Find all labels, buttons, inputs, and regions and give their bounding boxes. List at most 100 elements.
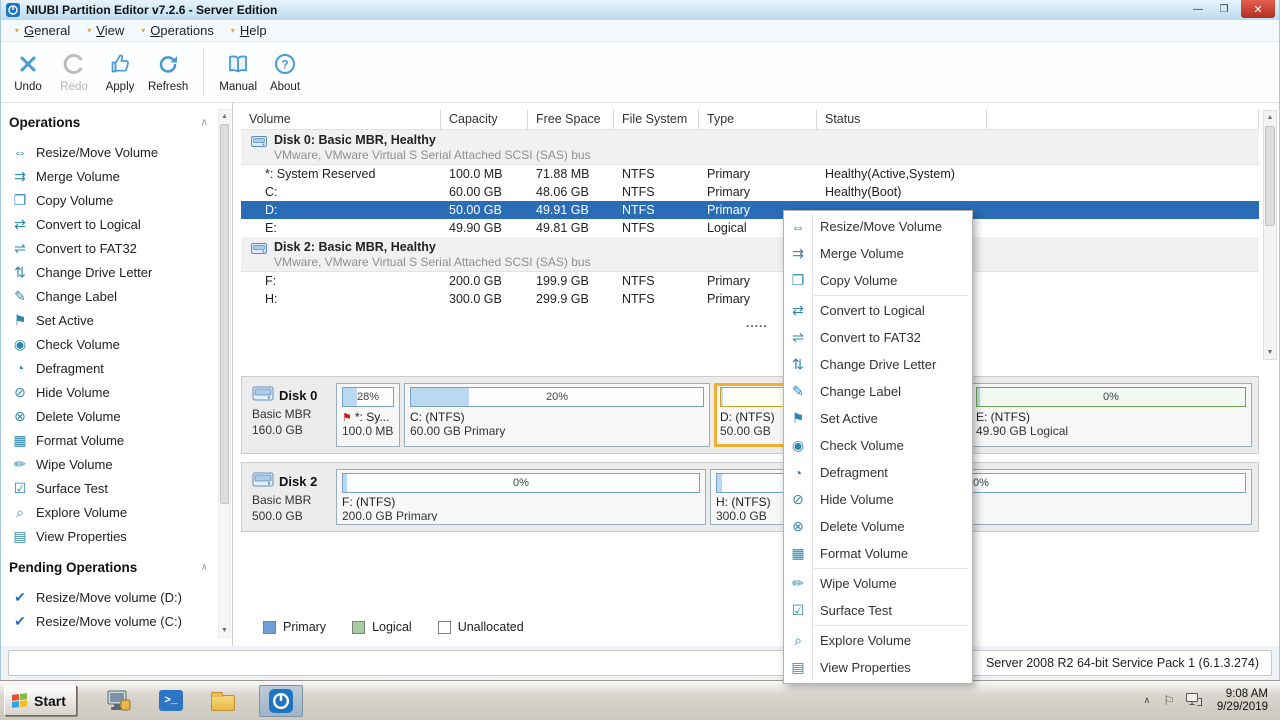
context-item-resize-move-volume[interactable]: ⇔Resize/Move Volume	[784, 213, 972, 240]
sidebar-item-view-properties[interactable]: ▤View Properties	[7, 524, 212, 548]
column-header-status[interactable]: Status	[817, 109, 987, 130]
context-item-delete-volume[interactable]: ⊗Delete Volume	[784, 513, 972, 540]
action-center-flag-icon[interactable]: ⚐	[1163, 693, 1175, 709]
sidebar-item-convert-to-logical[interactable]: ⇄Convert to Logical	[7, 212, 212, 236]
table-row-system-reserved[interactable]: *: System Reserved 100.0 MB 71.88 MB NTF…	[241, 165, 1259, 183]
context-item-change-drive-letter[interactable]: ⇅Change Drive Letter	[784, 351, 972, 378]
taskbar-item-server-manager[interactable]	[103, 685, 135, 717]
sidebar-item-format-volume[interactable]: ▦Format Volume	[7, 428, 212, 452]
scroll-up-icon[interactable]: ▲	[219, 110, 230, 123]
sidebar-item-delete-volume[interactable]: ⊗Delete Volume	[7, 404, 212, 428]
refresh-button[interactable]: Refresh	[143, 45, 193, 99]
pending-operation-item[interactable]: ✔Resize/Move volume (C:)	[7, 609, 212, 633]
about-button[interactable]: ? About	[262, 45, 308, 99]
sidebar-scrollbar[interactable]: ▲ ▼	[218, 109, 231, 638]
context-item-merge-volume[interactable]: ⇉Merge Volume	[784, 240, 972, 267]
taskbar-item-explorer[interactable]	[207, 685, 239, 717]
powershell-icon	[159, 690, 183, 711]
scroll-down-icon[interactable]: ▼	[1264, 346, 1276, 359]
tray-expand-icon[interactable]: ∧	[1142, 691, 1153, 710]
menu-general[interactable]: ▾General	[9, 21, 81, 40]
undo-button[interactable]: Undo	[5, 45, 51, 99]
context-item-explore-volume[interactable]: ⌕Explore Volume	[784, 627, 972, 654]
pending-operations-header[interactable]: Pending Operations ∧	[7, 548, 212, 585]
collapse-chevron-icon[interactable]: ∧	[201, 562, 208, 573]
context-item-wipe-volume[interactable]: ✏Wipe Volume	[784, 570, 972, 597]
sidebar-item-change-drive-letter[interactable]: ⇅Change Drive Letter	[7, 260, 212, 284]
sidebar-item-explore-volume[interactable]: ⌕Explore Volume	[7, 500, 212, 524]
operations-header[interactable]: Operations ∧	[7, 109, 212, 140]
context-item-set-active[interactable]: ⚑Set Active	[784, 405, 972, 432]
pending-check-icon: ✔	[11, 589, 29, 606]
partition-block-f[interactable]: 0% F: (NTFS) 200.0 GB Primary	[336, 469, 706, 525]
column-header-free-space[interactable]: Free Space	[528, 109, 614, 130]
sidebar-item-copy-volume[interactable]: ❐Copy Volume	[7, 188, 212, 212]
table-row-h[interactable]: H: 300.0 GB 299.9 GB NTFS Primary	[241, 290, 1259, 308]
usage-percent: 0%	[343, 474, 699, 492]
table-scrollbar[interactable]: ▲ ▼	[1263, 110, 1277, 360]
start-button[interactable]: Start	[4, 685, 77, 716]
table-row-f[interactable]: F: 200.0 GB 199.9 GB NTFS Primary	[241, 272, 1259, 290]
minimize-button[interactable]: —	[1185, 0, 1211, 18]
sidebar-item-merge-volume[interactable]: ⇉Merge Volume	[7, 164, 212, 188]
taskbar: Start ∧ ⚐ 9:08 AM 9/29/2019	[0, 680, 1280, 720]
context-item-check-volume[interactable]: ◉Check Volume	[784, 432, 972, 459]
sidebar-item-surface-test[interactable]: ☑Surface Test	[7, 476, 212, 500]
context-item-surface-test[interactable]: ☑Surface Test	[784, 597, 972, 624]
partition-block-system-reserved[interactable]: 28% ⚑*: Sy... 100.0 MB	[336, 383, 400, 447]
scroll-up-icon[interactable]: ▲	[1264, 111, 1276, 124]
taskbar-item-powershell[interactable]	[155, 685, 187, 717]
menu-operations[interactable]: ▾Operations	[135, 21, 225, 40]
context-item-hide-volume[interactable]: ⊘Hide Volume	[784, 486, 972, 513]
undo-label: Undo	[14, 81, 42, 93]
column-header-type[interactable]: Type	[699, 109, 817, 130]
sidebar-item-defragment[interactable]: ◔Defragment	[7, 356, 212, 380]
partition-block-c[interactable]: 20% C: (NTFS) 60.00 GB Primary	[404, 383, 710, 447]
table-row-d-selected[interactable]: D: 50.00 GB 49.91 GB NTFS Primary	[241, 201, 1259, 219]
disk0-map-info[interactable]: Disk 0 Basic MBR 160.0 GB	[248, 383, 332, 447]
sidebar-item-wipe-volume[interactable]: ✏Wipe Volume	[7, 452, 212, 476]
sidebar-item-convert-to-fat32[interactable]: ⇌Convert to FAT32	[7, 236, 212, 260]
taskbar-clock[interactable]: 9:08 AM 9/29/2019	[1213, 688, 1268, 714]
taskbar-item-niubi[interactable]	[259, 685, 303, 717]
table-row-c[interactable]: C: 60.00 GB 48.06 GB NTFS Primary Health…	[241, 183, 1259, 201]
context-item-defragment[interactable]: ◔Defragment	[784, 459, 972, 486]
pending-operation-item[interactable]: ✔Resize/Move volume (D:)	[7, 585, 212, 609]
network-icon[interactable]	[1186, 693, 1202, 709]
column-header-capacity[interactable]: Capacity	[441, 109, 528, 130]
disk2-map-info[interactable]: Disk 2 Basic MBR 500.0 GB	[248, 469, 332, 525]
context-item-format-volume[interactable]: ▦Format Volume	[784, 540, 972, 567]
close-button[interactable]: ✕	[1241, 0, 1275, 18]
maximize-button[interactable]: ❐	[1211, 0, 1237, 18]
sidebar-item-label: Surface Test	[36, 481, 108, 496]
menu-help[interactable]: ▾Help	[225, 21, 278, 40]
disk0-group-row[interactable]: Disk 0: Basic MBR, Healthy VMware, VMwar…	[241, 130, 1259, 165]
partition-block-e[interactable]: 0% E: (NTFS) 49.90 GB Logical	[970, 383, 1252, 447]
sidebar-item-resize-move-volume[interactable]: ⇔Resize/Move Volume	[7, 140, 212, 164]
sidebar-item-hide-volume[interactable]: ⊘Hide Volume	[7, 380, 212, 404]
context-item-view-properties[interactable]: ▤View Properties	[784, 654, 972, 681]
sidebar-item-label: Explore Volume	[36, 505, 127, 520]
partition-label: *: Sy...	[355, 410, 389, 424]
context-item-copy-volume[interactable]: ❐Copy Volume	[784, 267, 972, 294]
context-item-change-label[interactable]: ✎Change Label	[784, 378, 972, 405]
apply-button[interactable]: Apply	[97, 45, 143, 99]
collapse-chevron-icon[interactable]: ∧	[201, 117, 208, 128]
table-row-e[interactable]: E: 49.90 GB 49.81 GB NTFS Logical	[241, 219, 1259, 237]
context-item-convert-to-fat32[interactable]: ⇌Convert to FAT32	[784, 324, 972, 351]
scrollbar-thumb[interactable]	[220, 124, 229, 504]
disk2-map-size: 500.0 GB	[252, 509, 332, 523]
manual-button[interactable]: Manual	[214, 45, 262, 99]
sidebar-item-change-label[interactable]: ✎Change Label	[7, 284, 212, 308]
menu-view[interactable]: ▾View	[81, 21, 135, 40]
scroll-down-icon[interactable]: ▼	[219, 624, 230, 637]
sidebar-item-set-active[interactable]: ⚑Set Active	[7, 308, 212, 332]
usage-bar: 0%	[342, 473, 700, 493]
column-header-file-system[interactable]: File System	[614, 109, 699, 130]
disk2-group-row[interactable]: Disk 2: Basic MBR, Healthy VMware, VMwar…	[241, 237, 1259, 272]
column-header-volume[interactable]: Volume	[241, 109, 441, 130]
scrollbar-thumb[interactable]	[1265, 126, 1275, 226]
context-item-convert-to-logical[interactable]: ⇄Convert to Logical	[784, 297, 972, 324]
sidebar-item-check-volume[interactable]: ◉Check Volume	[7, 332, 212, 356]
redo-button[interactable]: Redo	[51, 45, 97, 99]
